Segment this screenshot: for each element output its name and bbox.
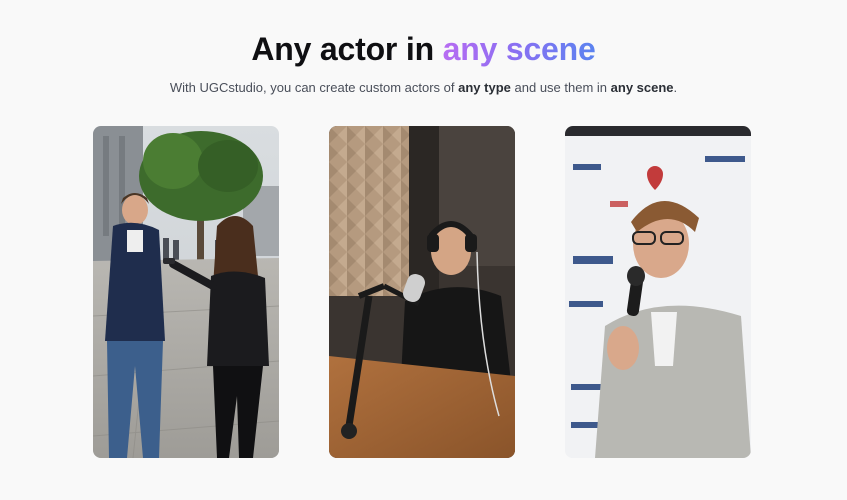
podcast-studio-image — [329, 126, 515, 458]
subtitle-bold-type: any type — [458, 80, 511, 95]
subtitle-middle: and use them in — [514, 80, 608, 95]
street-interview-image — [93, 126, 279, 458]
subtitle-bold-scene: any scene — [610, 80, 674, 95]
title-highlight: any scene — [442, 31, 596, 67]
page-subtitle: With UGCstudio, you can create custom ac… — [0, 79, 847, 97]
scene-card-conference-talk — [565, 126, 751, 458]
page-title: Any actor in any scene — [0, 29, 847, 69]
scene-card-street-interview — [93, 126, 279, 458]
conference-talk-image — [565, 126, 751, 458]
title-plain: Any actor in — [251, 31, 434, 67]
scene-card-podcast-studio — [329, 126, 515, 458]
subtitle-suffix: . — [673, 80, 678, 95]
subtitle-prefix: With UGCstudio, you can create custom ac… — [169, 80, 455, 95]
